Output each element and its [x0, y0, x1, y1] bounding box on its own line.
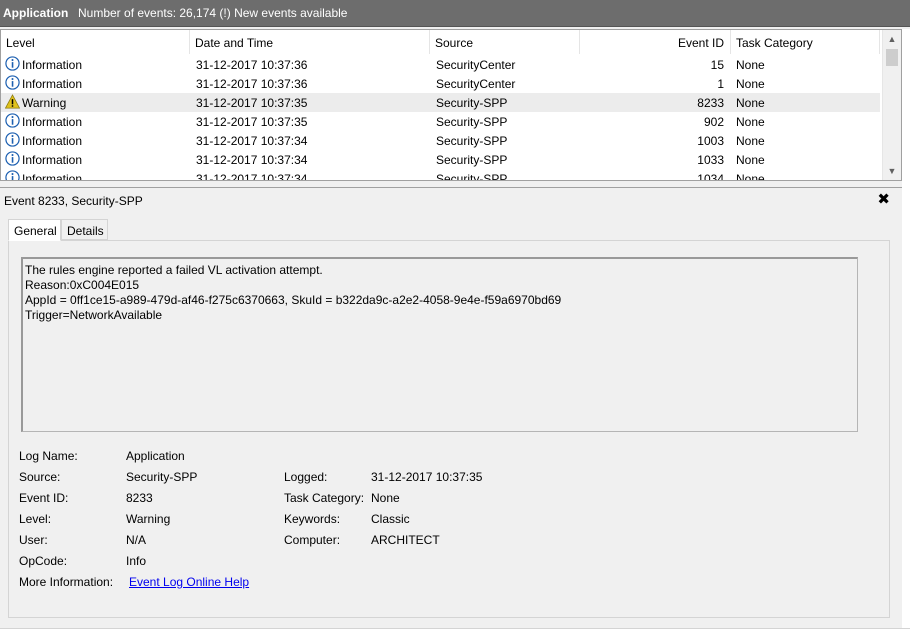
row-date: 31-12-2017 10:37:34: [196, 172, 308, 181]
computer-value: ARCHITECT: [371, 533, 440, 547]
event-row[interactable]: Information 31-12-2017 10:37:34 Security…: [1, 150, 880, 169]
window-edge: [902, 29, 910, 629]
event-row[interactable]: Information 31-12-2017 10:37:35 Security…: [1, 112, 880, 131]
log-header-bar: Application Number of events: 26,174 (!)…: [0, 0, 910, 27]
logged-label: Logged:: [284, 470, 328, 484]
message-line: Trigger=NetworkAvailable: [25, 308, 163, 322]
row-level: Information: [22, 77, 83, 91]
message-line: AppId = 0ff1ce15-a989-479d-af46-f275c637…: [25, 293, 562, 307]
log-name-value: Application: [126, 449, 185, 463]
opcode-label: OpCode:: [19, 554, 68, 568]
keywords-value: Classic: [371, 512, 410, 526]
event-list-scrollbar[interactable]: ▲ ▼: [882, 30, 901, 180]
source-label: Source:: [19, 470, 61, 484]
row-level: Warning: [22, 96, 67, 110]
info-icon: [5, 151, 20, 166]
message-line: The rules engine reported a failed VL ac…: [25, 263, 323, 277]
message-line: Reason:0xC004E015: [25, 278, 140, 292]
event-log-online-help-link[interactable]: Event Log Online Help: [129, 575, 249, 589]
event-list[interactable]: Level Date and Time Source Event ID Task…: [0, 29, 902, 181]
task-category-value: None: [371, 491, 400, 505]
row-task-category: None: [736, 172, 765, 181]
row-event-id: 8233: [697, 96, 724, 110]
event-detail-header: Event 8233, Security-SPP ✖: [0, 187, 902, 211]
opcode-value: Info: [126, 554, 147, 568]
task-category-label: Task Category:: [284, 491, 365, 505]
event-count-summary: Number of events: 26,174 (!) New events …: [78, 6, 348, 20]
scroll-down-icon[interactable]: ▼: [883, 163, 901, 179]
warning-icon: [5, 94, 20, 109]
computer-label: Computer:: [284, 533, 341, 547]
event-message-box[interactable]: The rules engine reported a failed VL ac…: [21, 257, 858, 432]
row-date: 31-12-2017 10:37:34: [196, 134, 308, 148]
row-task-category: None: [736, 134, 765, 148]
row-level: Information: [22, 153, 83, 167]
row-date: 31-12-2017 10:37:36: [196, 58, 308, 72]
info-icon: [5, 75, 20, 90]
source-value: Security-SPP: [126, 470, 198, 484]
row-task-category: None: [736, 153, 765, 167]
row-source: Security-SPP: [436, 134, 508, 148]
column-header-task-category[interactable]: Task Category: [731, 30, 880, 54]
row-level: Information: [22, 134, 83, 148]
row-event-id: 902: [703, 115, 724, 129]
row-source: Security-SPP: [436, 172, 508, 181]
row-source: Security-SPP: [436, 115, 508, 129]
tab-details[interactable]: Details: [61, 219, 108, 240]
row-date: 31-12-2017 10:37:36: [196, 77, 308, 91]
row-task-category: None: [736, 77, 765, 91]
row-event-id: 15: [710, 58, 724, 72]
tab-general[interactable]: General: [8, 219, 61, 241]
row-source: Security-SPP: [436, 96, 508, 110]
column-header-event-id[interactable]: Event ID: [580, 30, 731, 54]
level-label: Level:: [19, 512, 52, 526]
log-name-label: Log Name:: [19, 449, 78, 463]
log-title: Application: [3, 6, 69, 20]
info-icon: [5, 56, 20, 71]
user-label: User:: [19, 533, 48, 547]
row-date: 31-12-2017 10:37:35: [196, 96, 308, 110]
logged-value: 31-12-2017 10:37:35: [371, 470, 483, 484]
column-header-date-time[interactable]: Date and Time: [190, 30, 430, 54]
row-source: SecurityCenter: [436, 77, 516, 91]
info-icon: [5, 132, 20, 147]
close-icon[interactable]: ✖: [877, 190, 890, 208]
info-icon: [5, 170, 20, 180]
row-source: Security-SPP: [436, 153, 508, 167]
column-header-source[interactable]: Source: [430, 30, 580, 54]
row-event-id: 1034: [697, 172, 724, 181]
event-row[interactable]: Information 31-12-2017 10:37:34 Security…: [1, 169, 880, 181]
window-bottom-edge: [0, 628, 910, 643]
event-row[interactable]: Information 31-12-2017 10:37:34 Security…: [1, 131, 880, 150]
event-row[interactable]: Information 31-12-2017 10:37:36 Security…: [1, 74, 880, 93]
row-date: 31-12-2017 10:37:35: [196, 115, 308, 129]
row-task-category: None: [736, 96, 765, 110]
event-detail-title: Event 8233, Security-SPP: [4, 194, 143, 208]
row-level: Information: [22, 115, 83, 129]
more-information-label: More Information:: [19, 575, 114, 589]
scroll-up-icon[interactable]: ▲: [883, 31, 901, 47]
keywords-label: Keywords:: [284, 512, 341, 526]
row-task-category: None: [736, 58, 765, 72]
row-event-id: 1033: [697, 153, 724, 167]
event-id-value: 8233: [126, 491, 153, 505]
row-date: 31-12-2017 10:37:34: [196, 153, 308, 167]
row-source: SecurityCenter: [436, 58, 516, 72]
scrollbar-thumb[interactable]: [886, 49, 898, 66]
event-row-selected[interactable]: Warning 31-12-2017 10:37:35 Security-SPP…: [1, 93, 880, 112]
row-event-id: 1: [717, 77, 724, 91]
column-header-level[interactable]: Level: [1, 30, 190, 54]
row-level: Information: [22, 58, 83, 72]
row-task-category: None: [736, 115, 765, 129]
event-id-label: Event ID:: [19, 491, 69, 505]
info-icon: [5, 113, 20, 128]
row-event-id: 1003: [697, 134, 724, 148]
event-row[interactable]: Information 31-12-2017 10:37:36 Security…: [1, 55, 880, 74]
row-level: Information: [22, 172, 83, 181]
level-value: Warning: [126, 512, 171, 526]
user-value: N/A: [126, 533, 147, 547]
